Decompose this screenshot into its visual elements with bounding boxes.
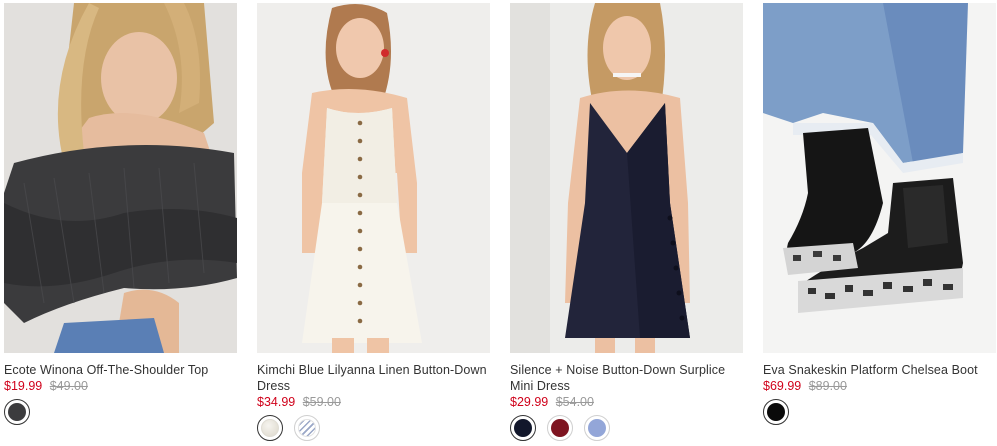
swatch-color-dot bbox=[514, 419, 532, 437]
swatch-color-dot bbox=[551, 419, 569, 437]
color-swatch[interactable] bbox=[547, 415, 573, 441]
color-swatch[interactable] bbox=[294, 415, 320, 441]
color-swatch[interactable] bbox=[763, 399, 789, 425]
product-photo-linen-dress bbox=[257, 3, 490, 353]
product-card: Kimchi Blue Lilyanna Linen Button-Down D… bbox=[257, 3, 490, 446]
original-price: $54.00 bbox=[555, 395, 594, 409]
swatch-color-dot bbox=[767, 403, 785, 421]
product-image[interactable] bbox=[510, 3, 743, 353]
swatch-color-dot bbox=[298, 419, 316, 437]
product-prices: $69.99 $89.00 bbox=[763, 378, 996, 394]
product-image[interactable] bbox=[257, 3, 490, 353]
swatch-color-dot bbox=[261, 419, 279, 437]
sale-price: $69.99 bbox=[763, 379, 802, 393]
color-swatch[interactable] bbox=[584, 415, 610, 441]
swatch-color-dot bbox=[588, 419, 606, 437]
sale-price: $34.99 bbox=[257, 395, 296, 409]
product-prices: $19.99 $49.00 bbox=[4, 378, 237, 394]
product-photo-surplice-dress bbox=[510, 3, 743, 353]
product-image[interactable] bbox=[4, 3, 237, 353]
product-card: Eva Snakeskin Platform Chelsea Boot $69.… bbox=[763, 3, 996, 446]
swatch-color-dot bbox=[8, 403, 26, 421]
product-name[interactable]: Eva Snakeskin Platform Chelsea Boot bbox=[763, 362, 996, 378]
color-swatches bbox=[763, 399, 996, 429]
sale-price: $19.99 bbox=[4, 379, 43, 393]
product-name[interactable]: Ecote Winona Off-The-Shoulder Top bbox=[4, 362, 237, 378]
product-name[interactable]: Kimchi Blue Lilyanna Linen Button-Down D… bbox=[257, 362, 490, 394]
original-price: $89.00 bbox=[808, 379, 847, 393]
product-image[interactable] bbox=[763, 3, 996, 353]
product-card: Ecote Winona Off-The-Shoulder Top $19.99… bbox=[4, 3, 237, 446]
product-prices: $34.99 $59.00 bbox=[257, 394, 490, 410]
product-photo-off-shoulder-top bbox=[4, 3, 237, 353]
color-swatch[interactable] bbox=[4, 399, 30, 425]
product-prices: $29.99 $54.00 bbox=[510, 394, 743, 410]
product-grid: Ecote Winona Off-The-Shoulder Top $19.99… bbox=[0, 0, 997, 446]
product-card: Silence + Noise Button-Down Surplice Min… bbox=[510, 3, 743, 446]
color-swatches bbox=[4, 399, 237, 429]
sale-price: $29.99 bbox=[510, 395, 549, 409]
color-swatches bbox=[510, 415, 743, 445]
color-swatch[interactable] bbox=[510, 415, 536, 441]
color-swatch[interactable] bbox=[257, 415, 283, 441]
color-swatches bbox=[257, 415, 490, 445]
product-name[interactable]: Silence + Noise Button-Down Surplice Min… bbox=[510, 362, 743, 394]
original-price: $59.00 bbox=[302, 395, 341, 409]
original-price: $49.00 bbox=[49, 379, 88, 393]
product-photo-chelsea-boots bbox=[763, 3, 996, 353]
